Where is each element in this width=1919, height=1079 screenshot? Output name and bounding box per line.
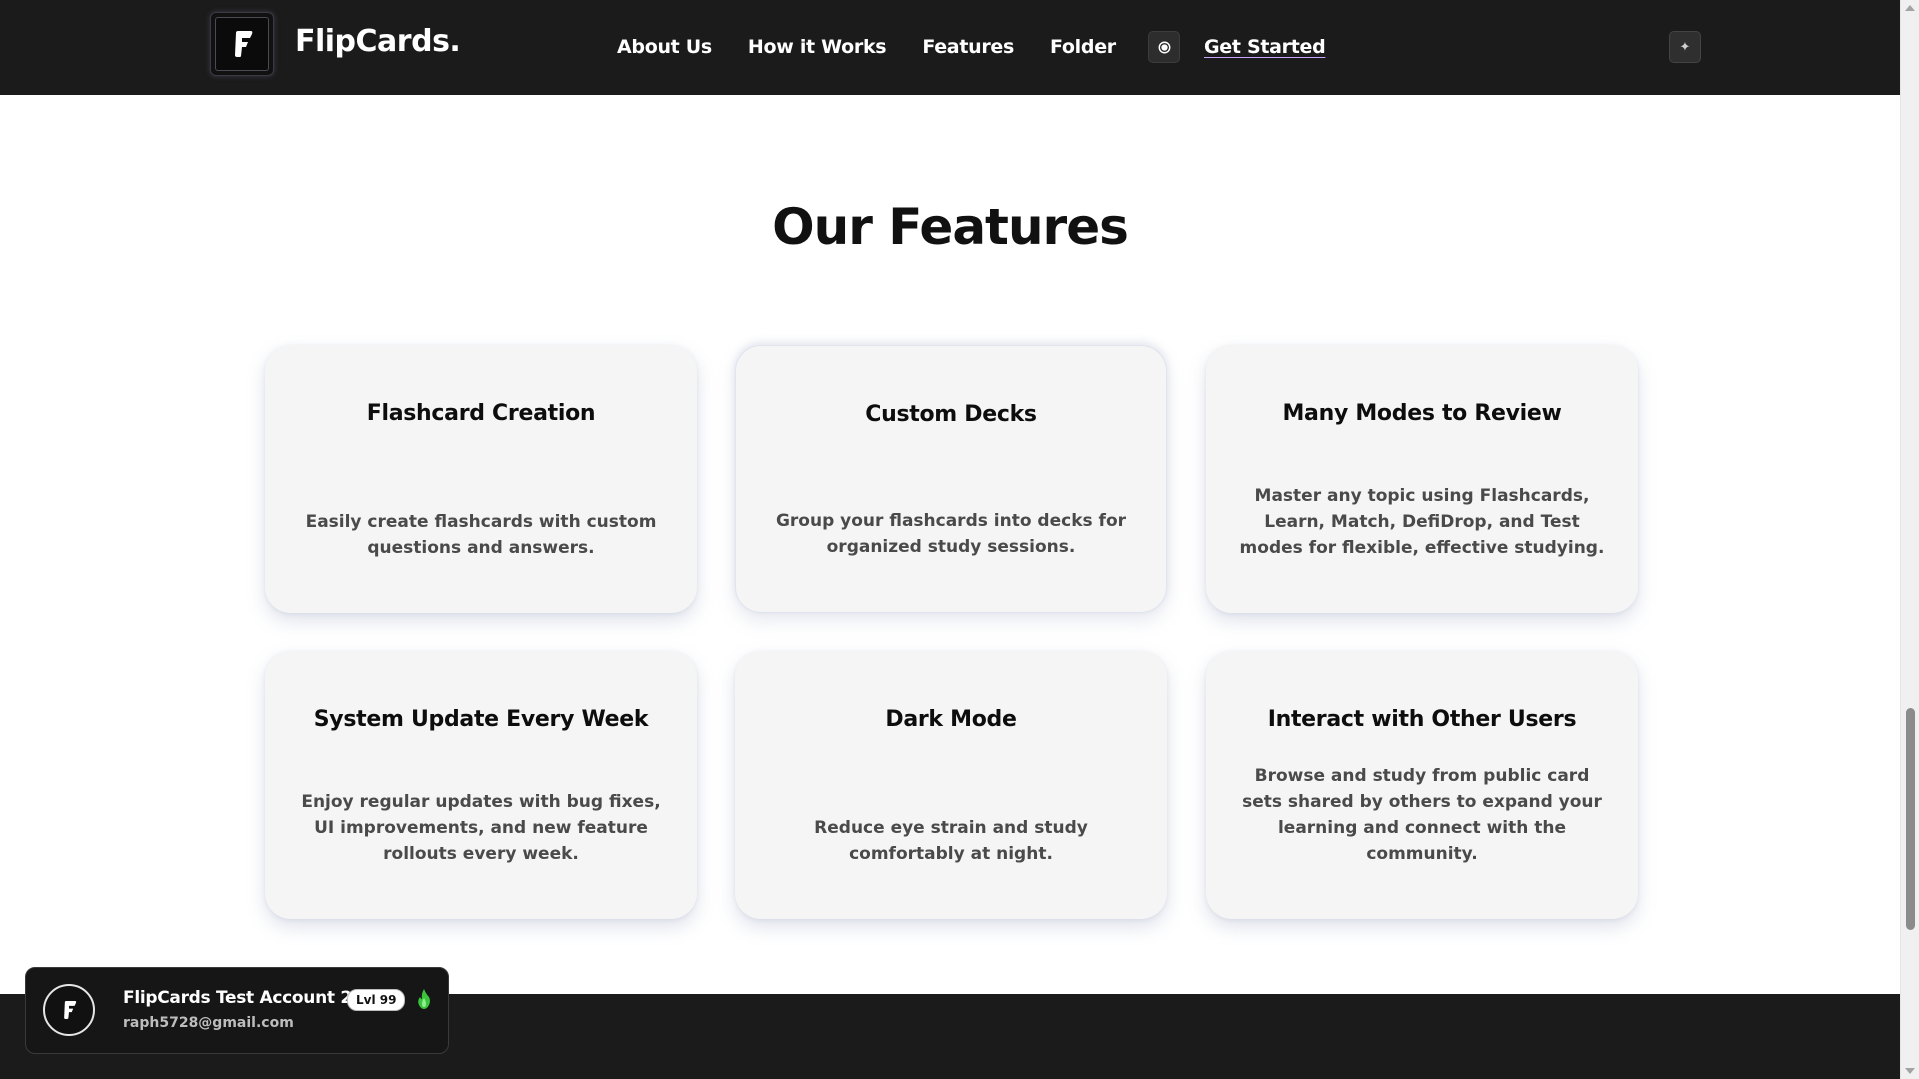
feature-card: System Update Every Week Enjoy regular u… xyxy=(265,651,697,919)
account-email: raph5728@gmail.com xyxy=(123,1015,294,1031)
feature-card: Dark Mode Reduce eye strain and study co… xyxy=(735,651,1167,919)
page: FlipCards. About Us How it Works Feature… xyxy=(0,0,1919,1079)
top-navbar: FlipCards. About Us How it Works Feature… xyxy=(0,0,1900,95)
feature-card-description: Group your flashcards into decks for org… xyxy=(775,511,1127,557)
sparkle-button[interactable]: ✦ xyxy=(1669,31,1701,63)
scroll-up-icon[interactable] xyxy=(1905,5,1915,11)
nav-link-about-us[interactable]: About Us xyxy=(617,36,712,58)
feature-card: Flashcard Creation Easily create flashca… xyxy=(265,345,697,613)
nav-link-how-it-works[interactable]: How it Works xyxy=(748,36,887,58)
get-started-link[interactable]: Get Started xyxy=(1204,36,1326,58)
account-name: FlipCards Test Account 2 xyxy=(123,988,352,1008)
scroll-down-icon[interactable] xyxy=(1905,1068,1915,1074)
nav-link-features[interactable]: Features xyxy=(922,36,1014,58)
sparkle-icon: ✦ xyxy=(1679,39,1691,55)
feature-card: Custom Decks Group your flashcards into … xyxy=(735,345,1167,613)
nav-link-folder[interactable]: Folder xyxy=(1050,36,1116,58)
theme-toggle-icon xyxy=(1159,42,1169,52)
feature-card-title: System Update Every Week xyxy=(313,707,649,732)
level-badge: Lvl 99 xyxy=(347,989,406,1011)
feature-card-title: Custom Decks xyxy=(865,402,1037,427)
flipcards-logo-icon xyxy=(64,1001,77,1019)
feature-card-title: Flashcard Creation xyxy=(366,401,596,426)
feature-card-description: Master any topic using Flashcards, Learn… xyxy=(1239,486,1605,558)
feature-card: Interact with Other Users Browse and stu… xyxy=(1206,651,1638,919)
logo-button[interactable] xyxy=(210,12,274,76)
avatar[interactable] xyxy=(43,984,95,1036)
feature-card-description: Easily create flashcards with custom que… xyxy=(305,512,657,558)
theme-toggle-button[interactable] xyxy=(1148,31,1180,63)
flipcards-logo-icon xyxy=(215,17,269,71)
feature-card-title: Many Modes to Review xyxy=(1282,401,1562,426)
scrollbar-thumb[interactable] xyxy=(1906,708,1915,930)
feature-card-title: Interact with Other Users xyxy=(1267,707,1577,732)
feature-card: Many Modes to Review Master any topic us… xyxy=(1206,345,1638,613)
nav-links: About Us How it Works Features Folder xyxy=(617,36,1152,58)
feature-card-description: Reduce eye strain and study comfortably … xyxy=(814,818,1088,864)
green-flame-icon xyxy=(418,989,430,1009)
feature-card-description: Browse and study from public card sets s… xyxy=(1242,766,1602,864)
scrollbar[interactable] xyxy=(1900,0,1919,1079)
feature-card-description: Enjoy regular updates with bug fixes, UI… xyxy=(301,792,661,864)
brand-name[interactable]: FlipCards. xyxy=(295,24,461,59)
feature-card-title: Dark Mode xyxy=(885,707,1017,732)
section-title: Our Features xyxy=(772,198,1129,256)
account-card[interactable]: FlipCards Test Account 2 Lvl 99 raph5728… xyxy=(25,967,449,1054)
